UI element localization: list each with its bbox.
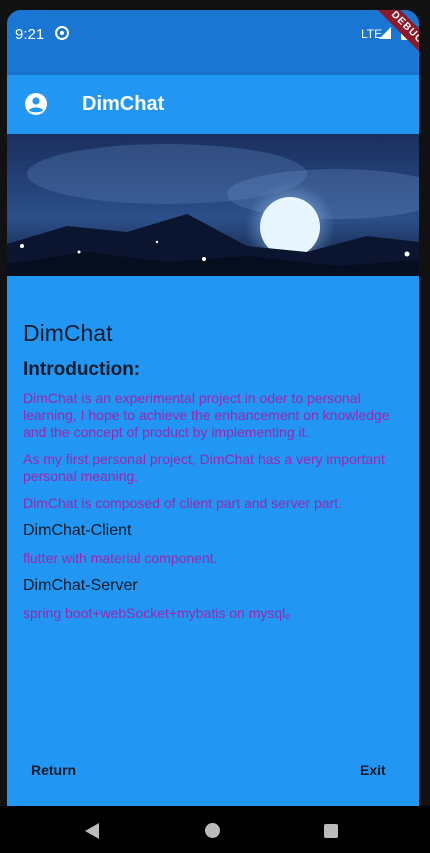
- server-heading: DimChat-Server: [23, 577, 138, 594]
- app-title: DimChat: [82, 93, 165, 115]
- system-navigation-bar: [0, 806, 430, 853]
- content-title: DimChat: [23, 320, 113, 346]
- intro-paragraph-2: As my first personal project, DimChat ha…: [23, 451, 385, 484]
- signal-icon: [379, 27, 391, 39]
- intro-paragraph-3: DimChat is composed of client part and s…: [23, 495, 343, 511]
- home-icon[interactable]: [205, 823, 220, 838]
- banner-image: [7, 134, 419, 276]
- client-heading: DimChat-Client: [23, 522, 132, 539]
- account-circle-icon[interactable]: [24, 92, 48, 116]
- client-description: flutter with material component.: [23, 550, 218, 566]
- exit-button[interactable]: Exit: [360, 762, 386, 778]
- content-area: DimChat Introduction: DimChat is an expe…: [23, 320, 403, 632]
- server-description: spring boot+webSocket+mybatis on mysql。: [23, 605, 300, 621]
- recent-apps-icon[interactable]: [324, 824, 338, 838]
- sync-icon: [55, 26, 69, 40]
- return-button[interactable]: Return: [31, 762, 76, 778]
- back-icon[interactable]: [85, 823, 99, 839]
- status-time: 9:21: [15, 26, 45, 43]
- status-bar: 9:21 LTE: [7, 10, 419, 75]
- intro-paragraph-1: DimChat is an experimental project in od…: [23, 390, 390, 440]
- app-window: 9:21 LTE DEBUG DimChat DimChat Introduct…: [7, 10, 419, 806]
- intro-heading: Introduction:: [23, 359, 141, 380]
- app-bar: DimChat: [7, 75, 419, 134]
